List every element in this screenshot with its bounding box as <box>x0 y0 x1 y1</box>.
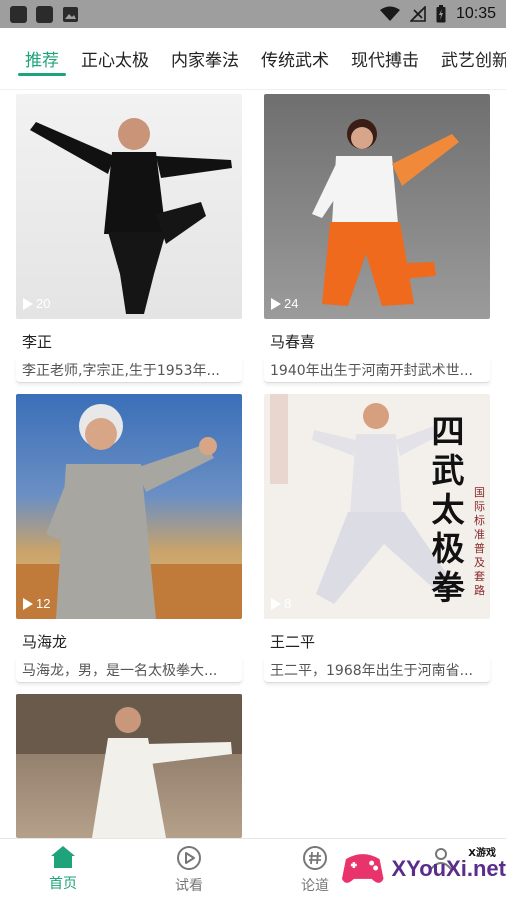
card-description: 1940年出生于河南开封武术世... <box>264 358 490 383</box>
battery-icon <box>436 5 446 23</box>
poster-title: 四武太极拳 <box>431 412 465 607</box>
signal-icon <box>409 6 426 22</box>
nav-home[interactable]: 首页 <box>0 839 126 900</box>
tab-neijia-quanfa[interactable]: 内家拳法 <box>160 28 250 89</box>
category-tabs: 推荐 正心太极 内家拳法 传统武术 现代搏击 武艺创新 <box>0 28 506 90</box>
performer-photo <box>30 118 232 314</box>
app-icon <box>10 5 27 23</box>
video-card-wang-erping[interactable]: 四武太极拳 国际标准普及套路 8 王二平 王二平，1968年出生于河南省... <box>264 394 490 683</box>
watermark-small-text: X游戏 <box>468 848 496 859</box>
play-count: 12 <box>22 596 50 611</box>
video-card-li-zheng[interactable]: 20 李正 李正老师,字宗正,生于1953年... <box>16 94 242 383</box>
card-title: 王二平 <box>270 633 316 651</box>
nav-preview[interactable]: 试看 <box>126 839 252 900</box>
card-description: 王二平，1968年出生于河南省... <box>264 658 490 683</box>
play-count: 8 <box>270 596 291 611</box>
status-bar: 10:35 <box>0 0 506 28</box>
card-description: 马海龙，男，是一名太极拳大... <box>16 658 242 683</box>
performer-photo <box>16 404 242 619</box>
video-card-ma-chunxi[interactable]: 24 马春喜 1940年出生于河南开封武术世... <box>264 94 490 383</box>
play-count-value: 20 <box>36 296 51 311</box>
performer-photo <box>16 694 242 838</box>
card-title: 李正 <box>22 333 53 351</box>
card-description: 李正老师,字宗正,生于1953年... <box>16 358 242 383</box>
app-icon <box>36 5 53 23</box>
thumbnail[interactable]: 四武太极拳 国际标准普及套路 8 <box>264 394 490 619</box>
thumbnail[interactable] <box>16 694 242 838</box>
nav-preview-label: 试看 <box>175 878 203 894</box>
hash-icon <box>303 846 327 870</box>
tab-recommend[interactable]: 推荐 <box>14 28 70 89</box>
nav-home-label: 首页 <box>49 876 77 892</box>
watermark: XYouXi.net X游戏 <box>340 842 506 896</box>
status-time: 10:35 <box>455 5 496 22</box>
play-count-value: 24 <box>284 296 299 311</box>
card-title: 马春喜 <box>270 333 316 351</box>
play-circle-icon <box>177 846 201 870</box>
wifi-icon <box>379 6 400 21</box>
tab-modern-combat[interactable]: 现代搏击 <box>340 28 430 89</box>
play-icon <box>23 597 33 610</box>
play-count-value: 8 <box>284 596 292 611</box>
play-icon <box>23 297 33 310</box>
card-title: 马海龙 <box>22 633 68 651</box>
gamepad-logo-icon <box>341 854 384 883</box>
thumbnail[interactable]: 20 <box>16 94 242 319</box>
video-card-5[interactable] <box>16 694 242 838</box>
nav-discuss-label: 论道 <box>301 878 329 894</box>
watermark-text: XYouXi.net <box>391 856 506 881</box>
play-count: 20 <box>22 296 50 311</box>
play-icon <box>271 597 281 610</box>
performer-photo <box>312 119 459 306</box>
thumbnail[interactable]: 24 <box>264 94 490 319</box>
tab-traditional-wushu[interactable]: 传统武术 <box>250 28 340 89</box>
play-count: 24 <box>270 296 298 311</box>
home-icon <box>51 846 75 868</box>
tab-wuyi-innovation[interactable]: 武艺创新 <box>430 28 506 89</box>
play-icon <box>271 297 281 310</box>
play-count-value: 12 <box>36 596 51 611</box>
thumbnail[interactable]: 12 <box>16 394 242 619</box>
tab-zhengxin-taiji[interactable]: 正心太极 <box>70 28 160 89</box>
poster-subtitle: 国际标准普及套路 <box>474 486 485 597</box>
image-icon <box>63 6 78 22</box>
video-card-ma-hailong[interactable]: 12 马海龙 马海龙，男，是一名太极拳大... <box>16 394 242 683</box>
